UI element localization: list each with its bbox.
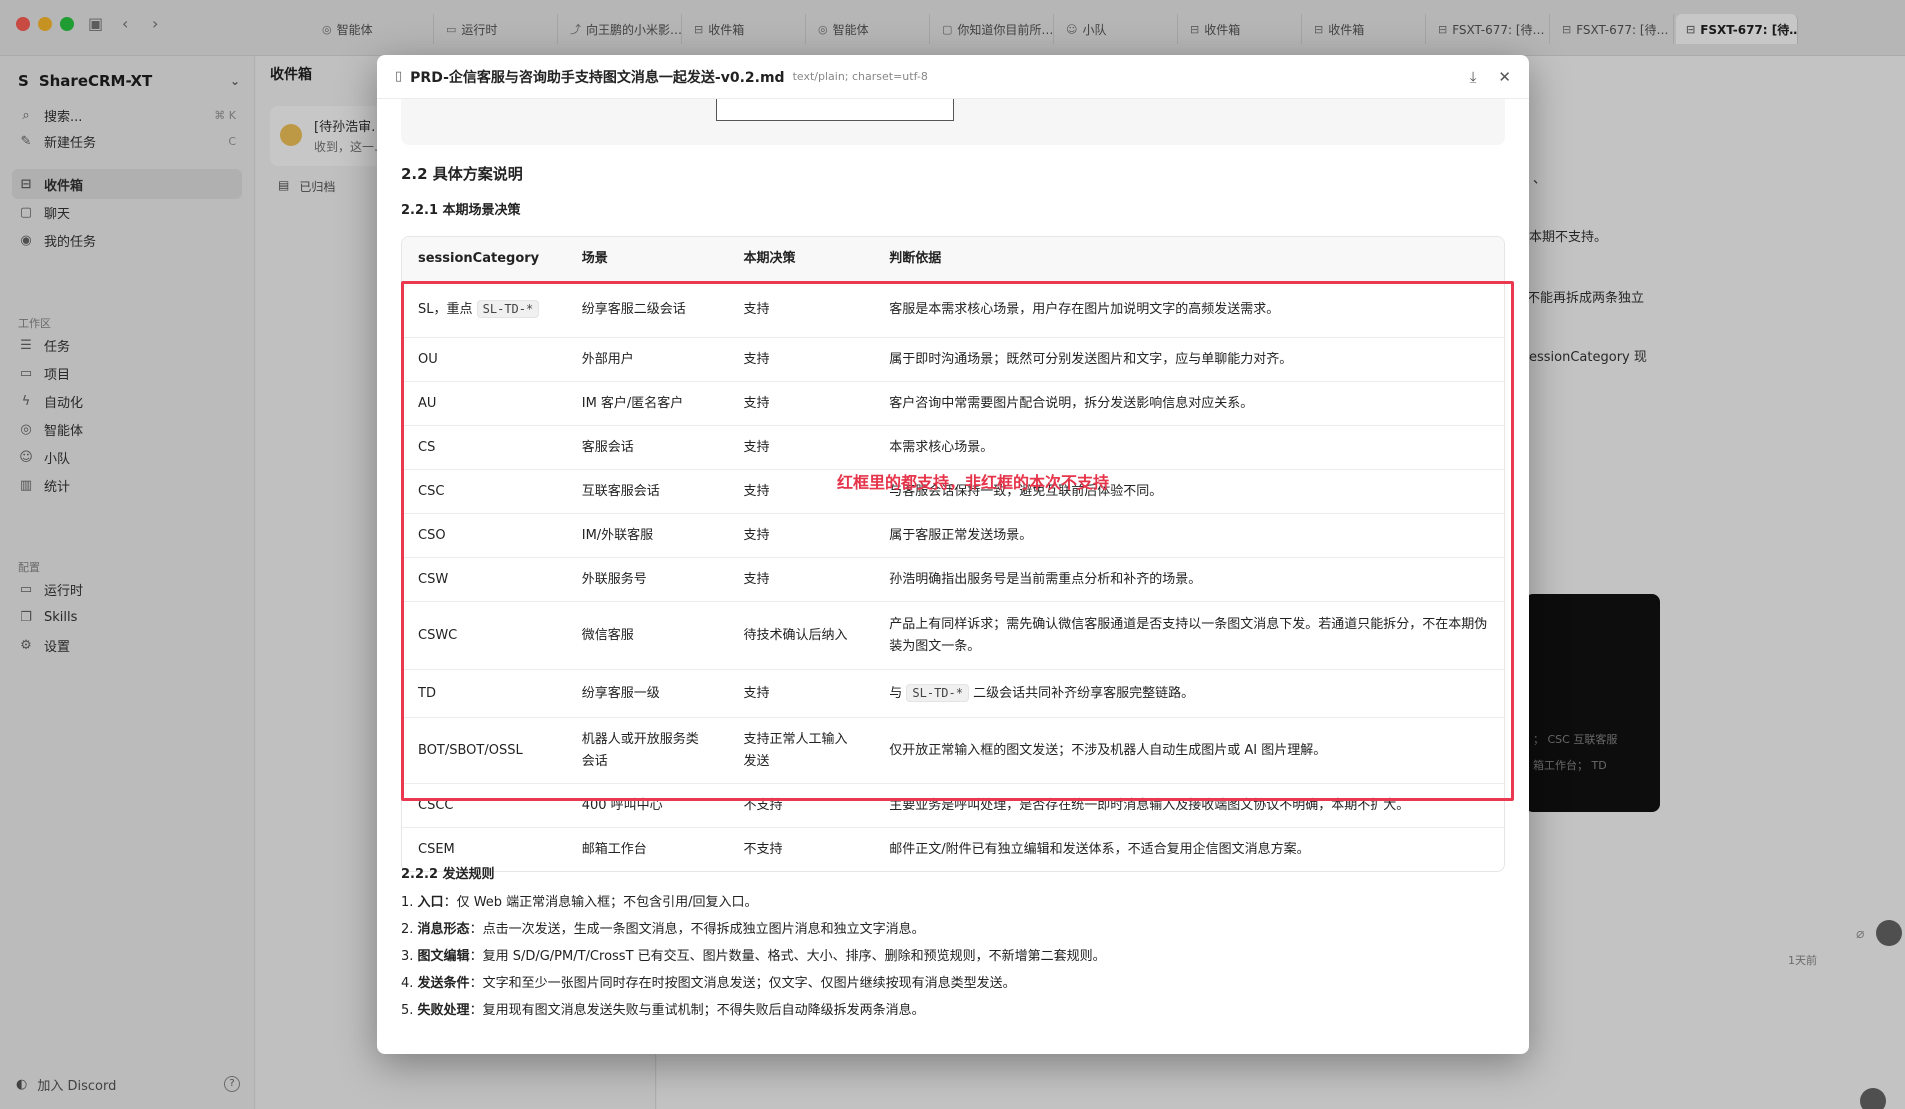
cell-scene: 纷享客服二级会话 bbox=[581, 301, 686, 317]
table-row: AU IM 客户/匿名客户 支持 客户咨询中常需要图片配合说明，拆分发送影响信息… bbox=[402, 381, 1504, 425]
cell-decision: 支持 bbox=[743, 395, 770, 411]
table-row: CSW 外联服务号 支持 孙浩明确指出服务号是当前需重点分析和补齐的场景。 bbox=[402, 557, 1504, 601]
cell-category: OU bbox=[418, 351, 438, 367]
table-row: SL，重点 SL-TD-* 纷享客服二级会话 支持 客服是本需求核心场景，用户存… bbox=[402, 281, 1504, 337]
rules-list: 1. 入口：仅 Web 端正常消息输入框；不包含引用/回复入口。 2. 消息形态… bbox=[401, 889, 1501, 1024]
file-preview-modal: ▯ PRD-企信客服与咨询助手支持图文消息一起发送-v0.2.md text/p… bbox=[377, 55, 1529, 1054]
rule-key: 入口 bbox=[417, 895, 444, 910]
column-header: 本期决策 bbox=[743, 251, 796, 266]
red-annotation: 红框里的都支持，非红框的本次不支持 bbox=[837, 473, 1110, 492]
table-row: OU 外部用户 支持 属于即时沟通场景；既然可分别发送图片和文字，应与单聊能力对… bbox=[402, 337, 1504, 381]
diagram-box bbox=[716, 99, 954, 121]
rule-key: 失败处理 bbox=[417, 1003, 470, 1018]
table-row: CSO IM/外联客服 支持 属于客服正常发送场景。 bbox=[402, 513, 1504, 557]
cell-scene: 外联服务号 bbox=[581, 571, 647, 587]
cell-basis: 客服是本需求核心场景，用户存在图片加说明文字的高频发送需求。 bbox=[889, 301, 1280, 317]
cell-basis: 主要业务是呼叫处理，是否存在统一即时消息输入及接收端图文协议不明确，本期不扩大。 bbox=[889, 797, 1410, 813]
cell-scene: 外部用户 bbox=[581, 351, 634, 367]
cell-category: CSCC bbox=[418, 797, 454, 813]
cell-basis: 仅开放正常输入框的图文发送；不涉及机器人自动生成图片或 AI 图片理解。 bbox=[889, 742, 1327, 758]
cell-text: 与 bbox=[889, 686, 903, 701]
cell-decision: 支持 bbox=[743, 351, 770, 367]
rule-text: ：复用现有图文消息发送失败与重试机制；不得失败后自动降级拆发两条消息。 bbox=[469, 1003, 925, 1018]
cell-scene: 400 呼叫中心 bbox=[581, 797, 663, 813]
cell-category: BOT/SBOT/OSSL bbox=[418, 742, 523, 758]
table-row: CSWC 微信客服 待技术确认后纳入 产品上有同样诉求；需先确认微信客服通道是否… bbox=[402, 601, 1504, 669]
list-item: 2. 消息形态：点击一次发送，生成一条图文消息，不得拆成独立图片消息和独立文字消… bbox=[401, 922, 925, 937]
cell-category: CSWC bbox=[418, 627, 458, 643]
cell-basis: 产品上有同样诉求；需先确认微信客服通道是否支持以一条图文消息下发。若通道只能拆分… bbox=[889, 616, 1488, 654]
cell-basis: 本需求核心场景。 bbox=[889, 439, 994, 455]
modal-body: 2.2 具体方案说明 2.2.1 本期场景决策 sessionCategory … bbox=[377, 99, 1529, 1054]
cell-category: CSEM bbox=[418, 841, 455, 857]
file-icon: ▯ bbox=[395, 69, 403, 84]
cell-basis: 邮件正文/附件已有独立编辑和发送体系，不适合复用企信图文消息方案。 bbox=[889, 841, 1310, 857]
cell-category: AU bbox=[418, 395, 437, 411]
table-header-row: sessionCategory 场景 本期决策 判断依据 bbox=[402, 237, 1504, 281]
inline-code: SL-TD-* bbox=[906, 684, 969, 702]
cell-scene: 纷享客服一级 bbox=[581, 685, 660, 701]
cell-category: CS bbox=[418, 439, 436, 455]
rule-key: 图文编辑 bbox=[417, 949, 470, 964]
cell-scene: 机器人或开放服务类会话 bbox=[581, 731, 699, 769]
list-item: 4. 发送条件：文字和至少一张图片同时存在时按图文消息发送；仅文字、仅图片继续按… bbox=[401, 976, 1016, 991]
cell-decision: 支持 bbox=[743, 571, 770, 587]
list-item: 3. 图文编辑：复用 S/D/G/PM/T/CrossT 已有交互、图片数量、格… bbox=[401, 949, 1106, 964]
cell-scene: 客服会话 bbox=[581, 439, 634, 455]
subsection-heading: 2.2.2 发送规则 bbox=[401, 867, 495, 882]
close-icon[interactable]: ✕ bbox=[1498, 68, 1511, 86]
list-item: 5. 失败处理：复用现有图文消息发送失败与重试机制；不得失败后自动降级拆发两条消… bbox=[401, 1003, 925, 1018]
list-item: 1. 入口：仅 Web 端正常消息输入框；不包含引用/回复入口。 bbox=[401, 895, 758, 910]
cell-basis: 与 SL-TD-* 二级会话共同补齐纷享客服完整链路。 bbox=[873, 682, 1504, 705]
cell-decision: 不支持 bbox=[743, 797, 783, 813]
inline-code: SL-TD-* bbox=[476, 300, 540, 318]
cell-basis: 属于客服正常发送场景。 bbox=[889, 527, 1033, 543]
decision-table: sessionCategory 场景 本期决策 判断依据 SL，重点 SL-TD… bbox=[401, 236, 1505, 872]
cell-category: SL，重点 SL-TD-* bbox=[402, 298, 566, 321]
subsection-heading: 2.2.1 本期场景决策 bbox=[401, 203, 521, 218]
cell-category: TD bbox=[418, 685, 436, 701]
modal-header: ▯ PRD-企信客服与咨询助手支持图文消息一起发送-v0.2.md text/p… bbox=[377, 55, 1529, 99]
cell-category: CSW bbox=[418, 571, 449, 587]
cell-basis: 孙浩明确指出服务号是当前需重点分析和补齐的场景。 bbox=[889, 571, 1202, 587]
table-row: CSCC 400 呼叫中心 不支持 主要业务是呼叫处理，是否存在统一即时消息输入… bbox=[402, 783, 1504, 827]
cell-scene: IM/外联客服 bbox=[581, 527, 654, 543]
table-row: CS 客服会话 支持 本需求核心场景。 bbox=[402, 425, 1504, 469]
cell-scene: 微信客服 bbox=[581, 627, 634, 643]
previous-diagram-fragment bbox=[401, 99, 1505, 145]
cell-scene: IM 客户/匿名客户 bbox=[581, 395, 684, 411]
rule-text: ：仅 Web 端正常消息输入框；不包含引用/回复入口。 bbox=[443, 895, 758, 910]
cell-decision: 待技术确认后纳入 bbox=[743, 627, 848, 643]
cell-decision: 不支持 bbox=[743, 841, 783, 857]
download-icon[interactable]: ⤓ bbox=[1470, 68, 1477, 86]
cell-decision: 支持 bbox=[743, 527, 770, 543]
cell-scene: 邮箱工作台 bbox=[581, 841, 647, 857]
cell-text: SL，重点 bbox=[418, 302, 473, 317]
column-header: 场景 bbox=[581, 251, 608, 266]
cell-scene: 互联客服会话 bbox=[581, 483, 660, 499]
cell-basis: 客户咨询中常需要图片配合说明，拆分发送影响信息对应关系。 bbox=[889, 395, 1254, 411]
column-header: 判断依据 bbox=[889, 251, 942, 266]
rule-text: ：复用 S/D/G/PM/T/CrossT 已有交互、图片数量、格式、大小、排序… bbox=[469, 949, 1106, 964]
cell-text: 二级会话共同补齐纷享客服完整链路。 bbox=[973, 686, 1195, 701]
table-row: CSEM 邮箱工作台 不支持 邮件正文/附件已有独立编辑和发送体系，不适合复用企… bbox=[402, 827, 1504, 871]
cell-decision: 支持正常人工输入发送 bbox=[743, 731, 848, 769]
table-row: TD 纷享客服一级 支持 与 SL-TD-* 二级会话共同补齐纷享客服完整链路。 bbox=[402, 669, 1504, 717]
cell-decision: 支持 bbox=[743, 301, 770, 317]
rule-text: ：文字和至少一张图片同时存在时按图文消息发送；仅文字、仅图片继续按现有消息类型发… bbox=[469, 976, 1016, 991]
rule-text: ：点击一次发送，生成一条图文消息，不得拆成独立图片消息和独立文字消息。 bbox=[469, 922, 925, 937]
mime-type: text/plain; charset=utf-8 bbox=[792, 70, 928, 83]
cell-category: CSO bbox=[418, 527, 446, 543]
cell-basis: 属于即时沟通场景；既然可分别发送图片和文字，应与单聊能力对齐。 bbox=[889, 351, 1293, 367]
rule-key: 发送条件 bbox=[417, 976, 470, 991]
modal-title: PRD-企信客服与咨询助手支持图文消息一起发送-v0.2.md bbox=[410, 69, 785, 86]
cell-decision: 支持 bbox=[743, 685, 770, 701]
rule-key: 消息形态 bbox=[417, 922, 470, 937]
table-row: BOT/SBOT/OSSL 机器人或开放服务类会话 支持正常人工输入发送 仅开放… bbox=[402, 717, 1504, 783]
section-heading: 2.2 具体方案说明 bbox=[401, 165, 523, 183]
cell-category: CSC bbox=[418, 483, 445, 499]
cell-decision: 支持 bbox=[743, 439, 770, 455]
column-header: sessionCategory bbox=[418, 251, 540, 266]
